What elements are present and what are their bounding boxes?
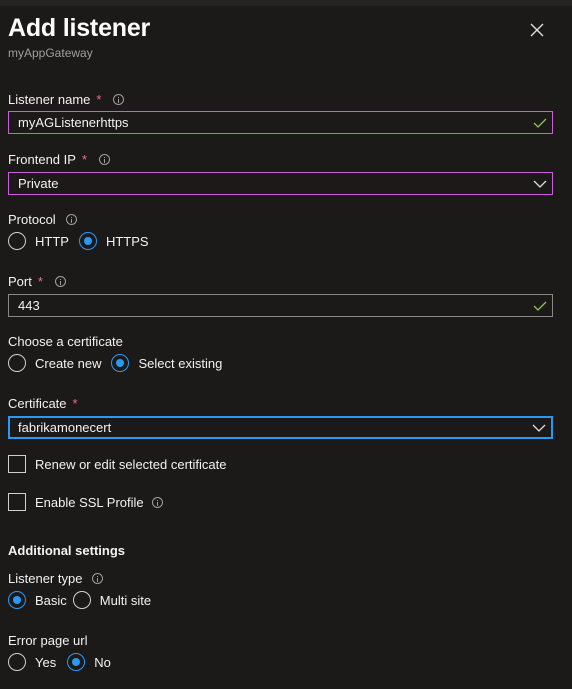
protocol-radio-group: HTTP HTTPS <box>8 232 159 250</box>
certificate-value: fabrikamonecert <box>18 420 112 435</box>
radio-label: Create new <box>35 355 102 371</box>
certificate-label-text: Certificate <box>8 396 67 411</box>
checkbox-label: Enable SSL Profile <box>35 494 144 510</box>
enable-ssl-profile-checkbox[interactable]: Enable SSL Profile <box>8 493 163 511</box>
required-marker: * <box>72 396 78 411</box>
checkmark-icon <box>528 294 552 317</box>
info-icon[interactable] <box>99 154 110 165</box>
chevron-down-icon[interactable] <box>528 172 552 195</box>
protocol-label-text: Protocol <box>8 212 56 227</box>
radio-label: Select existing <box>138 355 223 371</box>
radio-label: HTTP <box>35 233 69 249</box>
port-label-text: Port <box>8 274 32 289</box>
frontend-ip-label: Frontend IP * <box>8 152 110 167</box>
radio-label: Yes <box>35 654 57 670</box>
radio-button-selected[interactable] <box>67 653 86 671</box>
listener-type-radio-group: Basic Multi site <box>8 591 161 609</box>
radio-button[interactable] <box>8 653 26 671</box>
radio-button[interactable] <box>72 591 91 609</box>
radio-button[interactable] <box>8 232 26 250</box>
choose-certificate-label: Choose a certificate <box>8 334 123 349</box>
radio-label: HTTPS <box>105 233 149 249</box>
required-marker: * <box>81 152 87 167</box>
radio-label: Basic <box>35 592 67 608</box>
basic-option[interactable]: Basic <box>8 591 67 609</box>
close-icon <box>530 23 544 37</box>
listener-type-label: Listener type <box>8 571 104 586</box>
multi-site-option[interactable]: Multi site <box>72 591 152 609</box>
checkmark-icon <box>528 111 552 134</box>
radio-button-selected[interactable] <box>78 232 97 250</box>
listener-name-value[interactable]: myAGListenerhttps <box>9 115 528 130</box>
frontend-ip-value: Private <box>18 176 59 191</box>
port-label: Port * <box>8 274 66 289</box>
select-existing-option[interactable]: Select existing <box>111 354 222 372</box>
checkbox[interactable] <box>8 493 26 511</box>
radio-button[interactable] <box>8 354 26 372</box>
frontend-ip-dropdown[interactable]: Private <box>8 172 553 195</box>
error-page-url-label: Error page url <box>8 633 87 648</box>
listener-name-label-text: Listener name <box>8 92 91 107</box>
info-icon[interactable] <box>65 214 77 225</box>
required-marker: * <box>96 92 102 107</box>
required-marker: * <box>37 274 43 289</box>
choose-certificate-radio-group: Create new Select existing <box>8 354 232 372</box>
error-page-url-label-text: Error page url <box>8 633 88 648</box>
renew-certificate-checkbox[interactable]: Renew or edit selected certificate <box>8 455 226 473</box>
listener-name-label: Listener name * <box>8 92 125 107</box>
info-icon[interactable] <box>151 496 163 508</box>
frontend-ip-label-text: Frontend IP <box>8 152 76 167</box>
no-option[interactable]: No <box>67 653 111 671</box>
choose-certificate-label-text: Choose a certificate <box>8 334 123 349</box>
chevron-down-icon[interactable] <box>527 416 551 439</box>
protocol-https-option[interactable]: HTTPS <box>78 232 149 250</box>
create-new-option[interactable]: Create new <box>8 354 101 372</box>
protocol-http-option[interactable]: HTTP <box>8 232 69 250</box>
panel-title: Add listener <box>8 14 151 42</box>
close-button[interactable] <box>527 20 547 40</box>
info-icon[interactable] <box>54 276 66 287</box>
protocol-label: Protocol <box>8 212 77 227</box>
panel-subtitle: myAppGateway <box>8 46 93 60</box>
top-bar <box>0 0 572 6</box>
radio-label: Multi site <box>99 592 152 608</box>
info-icon[interactable] <box>92 573 104 584</box>
listener-type-label-text: Listener type <box>8 571 83 586</box>
checkbox[interactable] <box>8 455 26 473</box>
listener-name-input[interactable]: myAGListenerhttps <box>8 111 553 134</box>
port-value[interactable]: 443 <box>9 298 528 313</box>
info-icon[interactable] <box>113 94 125 105</box>
error-page-url-radio-group: Yes No <box>8 653 121 671</box>
radio-label: No <box>94 654 111 670</box>
certificate-label: Certificate * <box>8 396 78 411</box>
radio-button-selected[interactable] <box>111 354 130 372</box>
radio-button-selected[interactable] <box>8 591 26 609</box>
port-input[interactable]: 443 <box>8 294 553 317</box>
yes-option[interactable]: Yes <box>8 653 56 671</box>
certificate-dropdown[interactable]: fabrikamonecert <box>8 416 553 439</box>
additional-settings-heading: Additional settings <box>8 543 125 558</box>
checkbox-label: Renew or edit selected certificate <box>35 456 227 472</box>
